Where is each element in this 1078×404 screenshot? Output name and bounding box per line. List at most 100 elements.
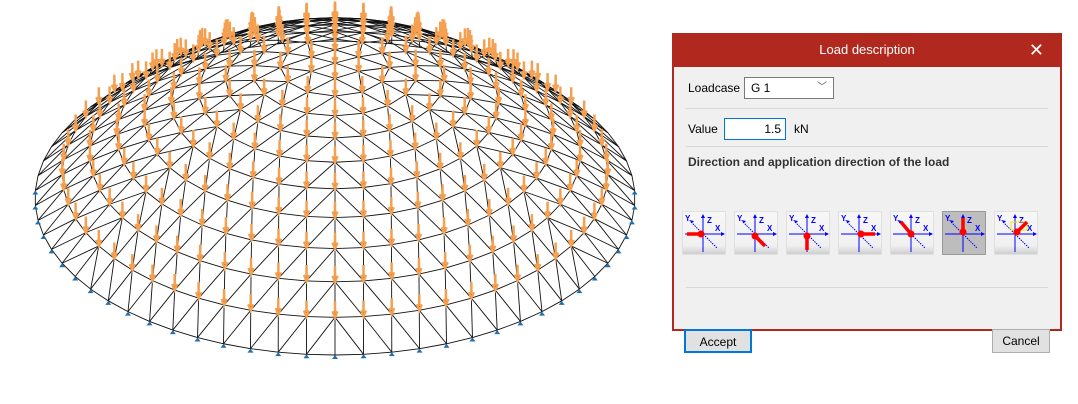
dome-model-viewport[interactable] bbox=[0, 0, 670, 404]
load-arrow bbox=[142, 175, 150, 195]
loadcase-select[interactable]: G 1 ﹀ bbox=[744, 77, 834, 99]
member-line bbox=[127, 270, 133, 312]
direction-button-negative-x[interactable]: Y ZX bbox=[838, 211, 882, 255]
svg-text:Z: Z bbox=[759, 216, 764, 225]
member-line bbox=[93, 163, 125, 177]
member-line bbox=[387, 105, 413, 122]
axis-positive-z-icon: Y ZX bbox=[789, 214, 829, 252]
member-line bbox=[334, 95, 364, 114]
load-arrow bbox=[543, 201, 552, 221]
member-line bbox=[197, 337, 224, 345]
support-icon bbox=[615, 249, 622, 254]
load-arrow bbox=[331, 146, 339, 166]
member-line bbox=[306, 137, 336, 162]
load-arrow bbox=[449, 110, 457, 130]
member-line bbox=[334, 161, 364, 188]
member-line bbox=[382, 80, 416, 83]
member-line bbox=[253, 176, 280, 185]
member-line bbox=[560, 203, 585, 233]
support-icon bbox=[32, 190, 39, 195]
load-arrow bbox=[359, 119, 367, 140]
load-arrow bbox=[543, 73, 552, 93]
member-line bbox=[193, 145, 210, 159]
load-arrow bbox=[302, 231, 311, 251]
load-arrow bbox=[551, 74, 560, 94]
load-arrow bbox=[598, 188, 606, 208]
member-line bbox=[223, 304, 251, 311]
member-line bbox=[334, 31, 364, 34]
load-arrow bbox=[504, 48, 512, 69]
member-line bbox=[440, 95, 465, 114]
value-input[interactable]: 1.5 bbox=[724, 118, 786, 140]
member-line bbox=[68, 189, 101, 205]
load-arrow bbox=[414, 223, 423, 244]
load-arrow bbox=[274, 228, 283, 248]
load-arrow bbox=[303, 119, 311, 140]
svg-text:Y: Y bbox=[841, 214, 847, 223]
direction-button-positive-x[interactable]: Y ZX bbox=[682, 211, 726, 255]
cancel-button[interactable]: Cancel bbox=[992, 329, 1050, 353]
member-line bbox=[358, 52, 383, 58]
member-line bbox=[442, 190, 466, 201]
member-line bbox=[122, 217, 139, 231]
member-line bbox=[334, 91, 363, 97]
member-line bbox=[311, 49, 336, 58]
member-line bbox=[250, 244, 279, 275]
member-line bbox=[445, 260, 471, 269]
member-line bbox=[173, 97, 200, 119]
member-line bbox=[280, 112, 308, 131]
member-line bbox=[601, 203, 633, 221]
member-line bbox=[416, 168, 441, 178]
direction-button-positive-y[interactable]: Y ZX bbox=[734, 211, 778, 255]
member-line bbox=[391, 273, 420, 279]
member-line bbox=[118, 109, 145, 120]
member-line bbox=[224, 267, 252, 275]
member-line bbox=[264, 51, 288, 54]
svg-text:Y: Y bbox=[997, 214, 1003, 223]
direction-button-negative-z[interactable]: Y ZX bbox=[942, 211, 986, 255]
member-line bbox=[415, 80, 441, 97]
member-line bbox=[389, 67, 416, 81]
direction-button-negative-y[interactable]: Y ZX bbox=[890, 211, 934, 255]
member-line bbox=[418, 267, 446, 275]
member-line bbox=[74, 245, 100, 277]
member-line bbox=[149, 289, 176, 322]
load-arrow bbox=[359, 144, 368, 164]
direction-button-positive-z[interactable]: Y ZX bbox=[786, 211, 830, 255]
load-arrow bbox=[415, 258, 423, 278]
member-line bbox=[334, 137, 364, 162]
member-line bbox=[229, 80, 255, 97]
member-line bbox=[579, 160, 608, 175]
load-arrow bbox=[415, 294, 423, 314]
accept-button[interactable]: Accept bbox=[684, 329, 752, 353]
load-arrow bbox=[118, 201, 127, 221]
svg-text:X: X bbox=[715, 224, 721, 233]
member-line bbox=[363, 351, 392, 355]
member-line bbox=[223, 310, 252, 345]
load-arrow bbox=[485, 116, 493, 136]
member-line bbox=[223, 304, 225, 344]
direction-button-arbitrary[interactable]: YZX bbox=[994, 211, 1038, 255]
member-line bbox=[311, 62, 336, 72]
close-icon[interactable]: ✕ bbox=[1029, 33, 1044, 67]
member-line bbox=[560, 203, 595, 220]
member-line bbox=[561, 288, 580, 302]
load-arrow bbox=[82, 216, 90, 236]
load-arrow bbox=[413, 161, 421, 181]
load-arrow bbox=[134, 60, 142, 80]
load-arrow bbox=[213, 110, 221, 130]
axis-negative-z-icon: Y ZX bbox=[945, 214, 985, 252]
load-arrow bbox=[302, 171, 311, 191]
load-arrow bbox=[145, 123, 153, 144]
member-line bbox=[551, 148, 581, 162]
member-line bbox=[552, 134, 581, 162]
support-icon bbox=[40, 235, 47, 240]
member-line bbox=[63, 160, 91, 190]
member-line bbox=[89, 133, 117, 147]
member-line bbox=[594, 262, 609, 277]
member-line bbox=[419, 304, 447, 311]
member-line bbox=[391, 309, 420, 315]
member-line bbox=[334, 56, 359, 64]
member-line bbox=[280, 129, 307, 137]
load-arrow bbox=[387, 167, 395, 187]
